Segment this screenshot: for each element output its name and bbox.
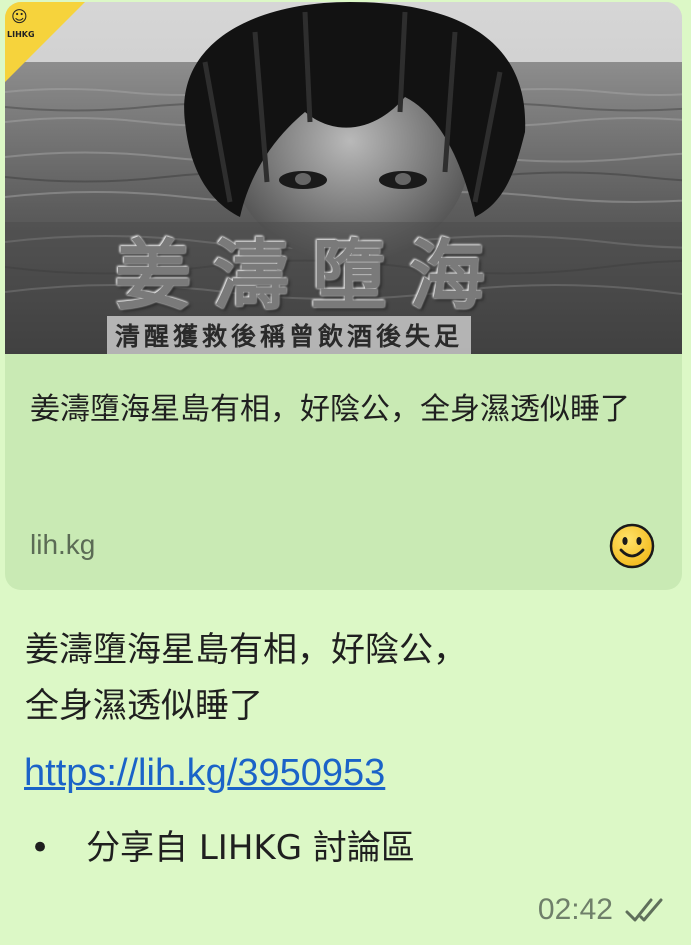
message-time: 02:42 — [537, 893, 613, 926]
bullet: • — [30, 828, 51, 868]
smiley-icon: ☺ — [11, 7, 28, 26]
lihkg-badge-label: LIHKG — [7, 30, 35, 39]
message-text-line: 全身濕透似睡了 — [25, 686, 263, 726]
preview-image[interactable]: ☺ LIHKG 姜濤墮海 清醒獲救後稱曾飲酒後失足 — [5, 2, 682, 354]
message-bubble[interactable]: ☺ LIHKG 姜濤墮海 清醒獲救後稱曾飲酒後失足 姜濤墮海星島有相，好陰公，全… — [0, 0, 691, 945]
message-text: 姜濤墮海星島有相，好陰公， 全身濕透似睡了 — [25, 622, 665, 734]
link-preview-card[interactable]: ☺ LIHKG 姜濤墮海 清醒獲救後稱曾飲酒後失足 姜濤墮海星島有相，好陰公，全… — [5, 2, 682, 590]
smiley-emoji-icon — [609, 523, 655, 569]
double-check-icon — [625, 898, 663, 922]
preview-title[interactable]: 姜濤墮海星島有相，好陰公，全身濕透似睡了 — [30, 382, 650, 438]
share-source: • 分享自 LIHKG 討論區 — [30, 820, 415, 869]
preview-domain: lih.kg — [30, 529, 96, 560]
share-source-text: 分享自 LIHKG 討論區 — [86, 828, 415, 868]
message-meta: 02:42 — [538, 893, 669, 927]
message-link[interactable]: https://lih.kg/3950953 — [24, 752, 385, 795]
image-headline: 姜濤墮海 — [115, 231, 507, 320]
image-subheadline: 清醒獲救後稱曾飲酒後失足 — [107, 316, 472, 354]
message-text-line: 姜濤墮海星島有相，好陰公， — [25, 630, 467, 670]
